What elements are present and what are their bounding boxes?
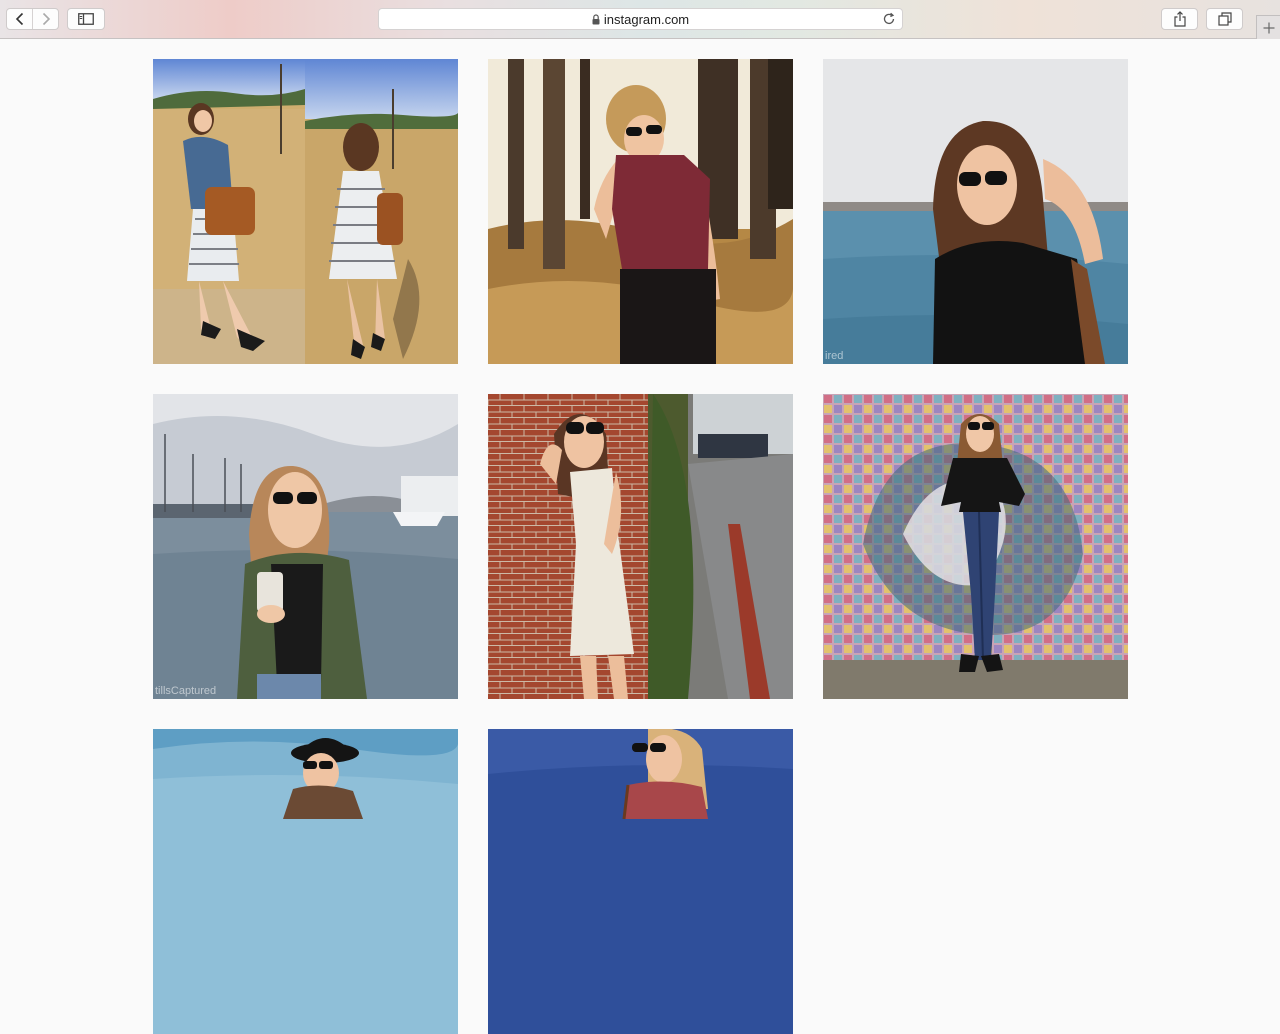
- post-4-watermark: tillsCaptured: [155, 685, 217, 697]
- post-3-watermark: ired: [825, 350, 844, 362]
- back-button[interactable]: [7, 9, 32, 29]
- reload-icon: [883, 12, 895, 25]
- post-4-image: [153, 394, 458, 699]
- feed-post-1[interactable]: [153, 59, 458, 364]
- lock-icon: [592, 13, 600, 25]
- url-text: instagram.com: [603, 11, 690, 27]
- browser-toolbar: instagram.com: [0, 0, 1280, 39]
- sidebar-button[interactable]: [67, 8, 105, 30]
- chevron-left-icon: [15, 12, 23, 26]
- post-8-image: [488, 729, 793, 1034]
- post-6-image: [823, 394, 1128, 699]
- address-bar[interactable]: instagram.com: [378, 8, 903, 30]
- new-tab-button[interactable]: [1256, 15, 1280, 39]
- tab-overview-button[interactable]: [1206, 8, 1243, 30]
- post-1-image: [153, 59, 458, 364]
- feed-post-5[interactable]: [488, 394, 793, 699]
- chevron-right-icon: [42, 12, 50, 26]
- post-3-image: [823, 59, 1128, 364]
- share-button[interactable]: [1161, 8, 1198, 30]
- feed-post-7[interactable]: [153, 729, 458, 1034]
- feed-post-6[interactable]: [823, 394, 1128, 699]
- navigation-buttons: [6, 8, 59, 30]
- reload-button[interactable]: [882, 12, 896, 26]
- tabs-overview-icon: [1217, 12, 1232, 26]
- feed-post-3[interactable]: ired: [823, 59, 1128, 364]
- plus-icon: [1263, 22, 1274, 33]
- share-icon: [1173, 11, 1186, 27]
- post-7-image: [153, 729, 458, 1034]
- sidebar-icon: [78, 13, 94, 25]
- feed-post-8[interactable]: [488, 729, 793, 1034]
- forward-button[interactable]: [32, 9, 58, 29]
- post-2-image: [488, 59, 793, 364]
- feed-post-4[interactable]: tillsCaptured: [153, 394, 458, 699]
- feed-post-2[interactable]: [488, 59, 793, 364]
- post-5-image: [488, 394, 793, 699]
